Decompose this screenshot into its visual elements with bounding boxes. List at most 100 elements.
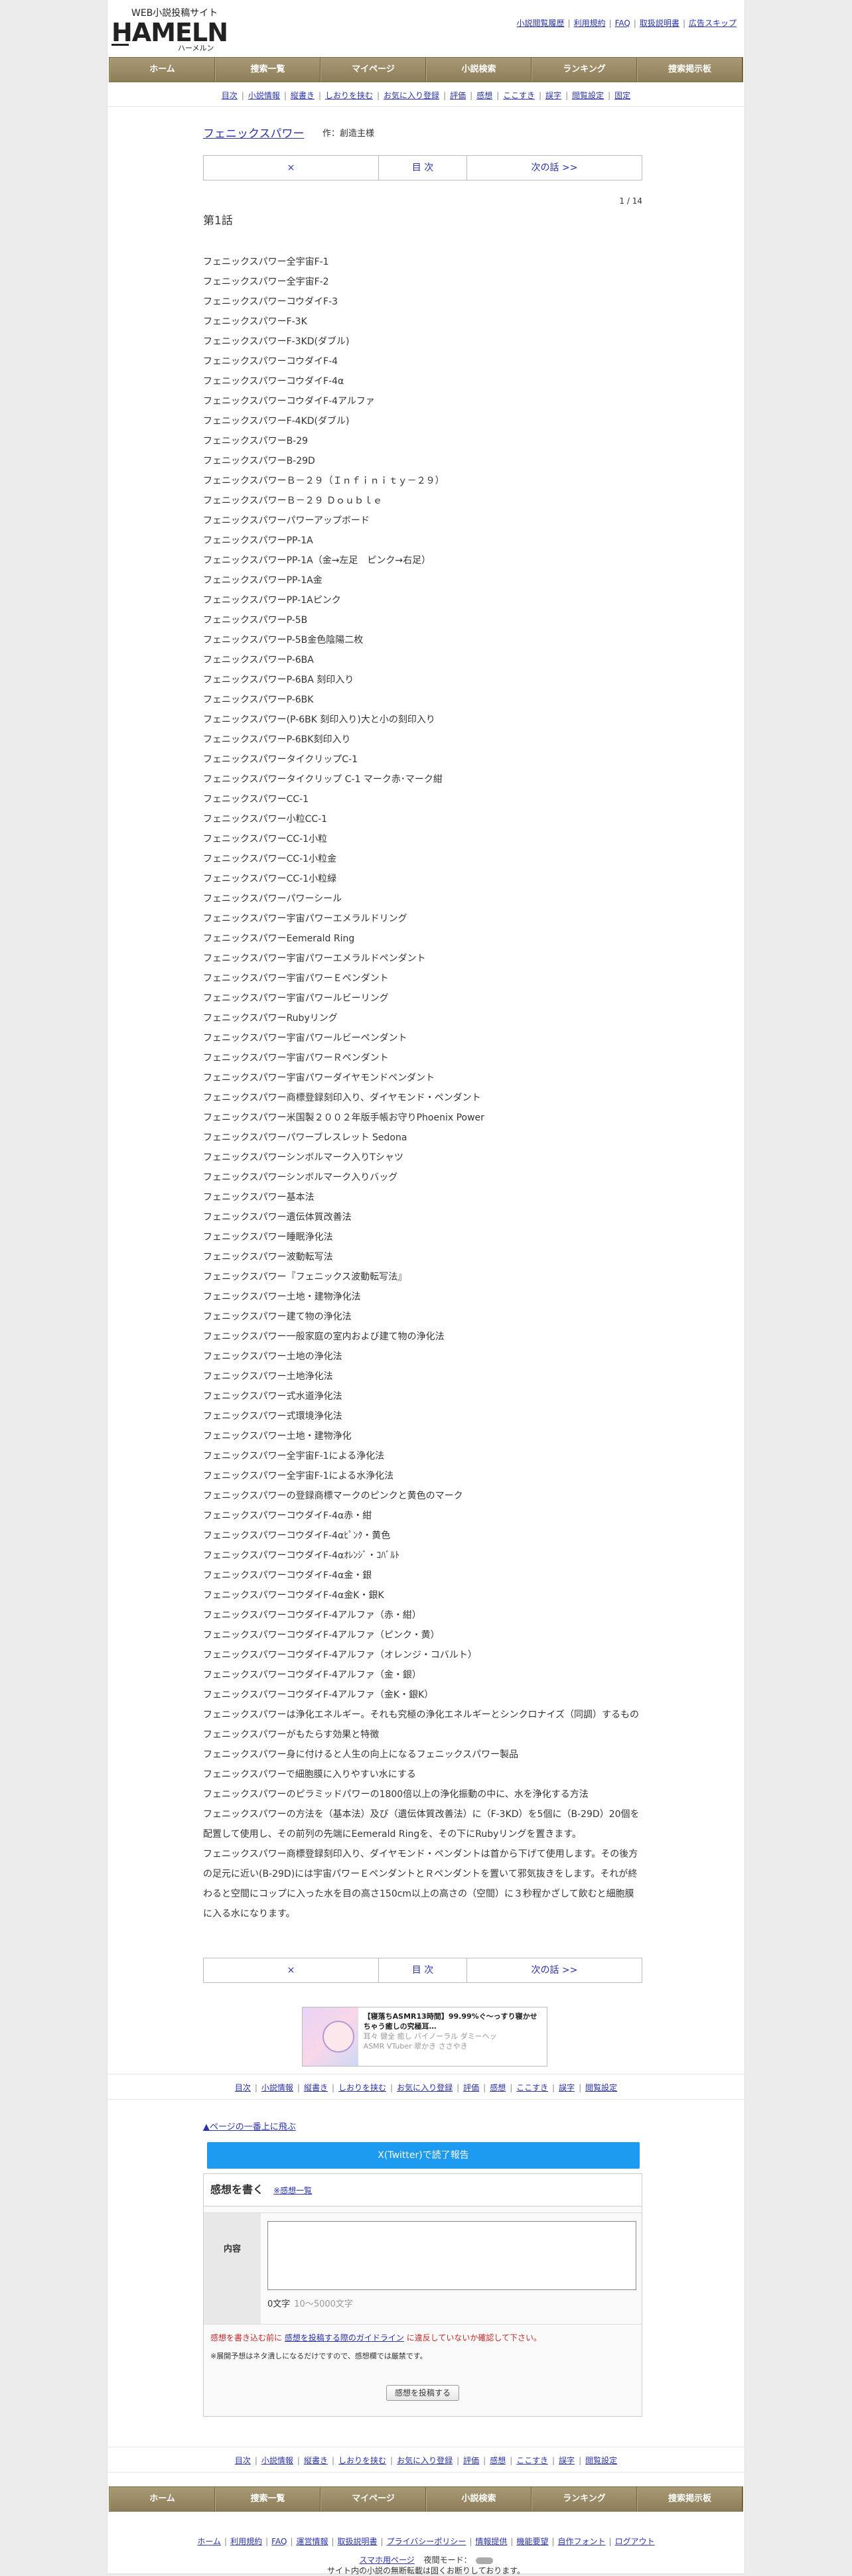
- pager-next[interactable]: 次の話 >>: [467, 156, 642, 180]
- body-line: フェニックスパワー宇宙パワーＲペンダント: [203, 1053, 389, 1063]
- novel-subnav-top: 目次 | 小説情報 | 縦書き | しおりを挟む | お気に入り登録 | 評価 | 感想 | ここすき | 誤字…: [221, 91, 631, 100]
- subnav-typo[interactable]: 誤字: [545, 91, 561, 100]
- body-line: フェニックスパワー全宇宙F-2: [203, 277, 329, 287]
- ad-tags: 耳々 健全 癒し バイノーラル ダミーヘッ: [363, 2032, 497, 2041]
- body-line: フェニックスパワー宇宙パワールビーリング: [203, 993, 389, 1004]
- pager-toc[interactable]: 目 次: [379, 1958, 467, 1982]
- nav-novel-search[interactable]: 小説検索: [426, 2487, 532, 2511]
- nav-board[interactable]: 捜索掲示板: [637, 2487, 743, 2511]
- body-line: フェニックスパワー商標登録刻印入り、ダイヤモンド・ペンダント: [203, 1093, 481, 1103]
- subnav-rating[interactable]: 評価: [463, 2083, 479, 2092]
- pager-prev[interactable]: ×: [204, 1958, 379, 1982]
- nav-ranking[interactable]: ランキング: [532, 2487, 637, 2511]
- pager-next[interactable]: 次の話 >>: [467, 1958, 642, 1982]
- body-line: フェニックスパワーコウダイF-4アルファ（金・銀）: [203, 1670, 421, 1680]
- body-line: フェニックスパワーPP-1A: [203, 535, 313, 546]
- body-line: フェニックスパワー一般家庭の室内および建て物の浄化法: [203, 1331, 445, 1342]
- subnav-favorite[interactable]: お気に入り登録: [397, 2083, 453, 2092]
- twitter-report-button[interactable]: X(Twitter)で読了報告: [207, 2142, 640, 2169]
- footer-link-font[interactable]: 自作フォント: [558, 2537, 606, 2546]
- body-line: フェニックスパワー(P-6BK 刻印入り)大と小の刻印入り: [203, 714, 435, 725]
- impression-list-link[interactable]: ※感想一覧: [273, 2186, 312, 2195]
- nav-mypage[interactable]: マイページ: [320, 2487, 426, 2511]
- subnav-vertical[interactable]: 縦書き: [291, 91, 315, 100]
- subnav-typo[interactable]: 誤字: [559, 2456, 575, 2465]
- submit-impression-button[interactable]: 感想を投稿する: [386, 2385, 459, 2401]
- footer-link-request[interactable]: 機能要望: [516, 2537, 548, 2546]
- subnav-impressions[interactable]: 感想: [490, 2083, 506, 2092]
- body-line: フェニックスパワータイクリップ C-1 マーク赤･マーク紺: [203, 774, 443, 785]
- subnav-bookmark[interactable]: しおりを挟む: [325, 91, 373, 100]
- body-line: フェニックスパワー商標登録刻印入り、ダイヤモンド・ペンダントは首から下げて使用し…: [203, 1849, 638, 1919]
- nav-search-list[interactable]: 捜索一覧: [215, 58, 320, 82]
- subnav-pin[interactable]: 固定: [614, 91, 630, 100]
- subnav-kokosuki[interactable]: ここすき: [516, 2083, 548, 2092]
- subnav-info[interactable]: 小説情報: [248, 91, 280, 100]
- subnav-typo[interactable]: 誤字: [559, 2083, 575, 2092]
- mobile-page-link[interactable]: スマホ用ページ: [359, 2555, 414, 2565]
- header-link-terms[interactable]: 利用規約: [574, 19, 606, 28]
- body-line: フェニックスパワーP-5B: [203, 615, 308, 626]
- footer-link-operation[interactable]: 運営情報: [296, 2537, 328, 2546]
- nav-home[interactable]: ホーム: [109, 58, 215, 82]
- subnav-info[interactable]: 小説情報: [261, 2456, 293, 2465]
- body-line: フェニックスパワー宇宙パワーＥペンダント: [203, 973, 389, 984]
- work-title[interactable]: フェニックスパワー: [203, 124, 305, 141]
- subnav-vertical[interactable]: 縦書き: [304, 2083, 328, 2092]
- header-link-faq[interactable]: FAQ: [615, 19, 630, 28]
- footer-link-terms[interactable]: 利用規約: [230, 2537, 262, 2546]
- nav-board[interactable]: 捜索掲示板: [637, 58, 743, 82]
- subnav-view-settings[interactable]: 閲覧設定: [572, 91, 604, 100]
- subnav-impressions[interactable]: 感想: [490, 2456, 506, 2465]
- footer-link-faq[interactable]: FAQ: [271, 2537, 287, 2546]
- body-line: フェニックスパワーコウダイF-4アルファ（オレンジ・コバルト）: [203, 1650, 477, 1661]
- night-mode-toggle[interactable]: [475, 2557, 493, 2564]
- footer-link-logout[interactable]: ログアウト: [615, 2537, 655, 2546]
- body-line: フェニックスパワーB-29D: [203, 456, 315, 466]
- subnav-info[interactable]: 小説情報: [261, 2083, 293, 2092]
- subnav-rating[interactable]: 評価: [463, 2456, 479, 2465]
- subnav-view-settings[interactable]: 閲覧設定: [585, 2083, 617, 2092]
- impression-textarea[interactable]: [267, 2221, 636, 2290]
- subnav-bookmark[interactable]: しおりを挟む: [338, 2083, 386, 2092]
- hameln-logo[interactable]: WEB小説投稿サイト HAMELN ハーメルン: [109, 7, 260, 53]
- subnav-kokosuki[interactable]: ここすき: [503, 91, 535, 100]
- header-link-ad-skip[interactable]: 広告スキップ: [689, 19, 737, 28]
- pager-prev[interactable]: ×: [204, 156, 379, 180]
- body-line: フェニックスパワーコウダイF-4α金K・銀K: [203, 1590, 384, 1601]
- subnav-toc[interactable]: 目次: [222, 91, 238, 100]
- subnav-rating[interactable]: 評価: [450, 91, 466, 100]
- header-links: 小説閲覧履歴 | 利用規約 | FAQ | 取扱説明書 | 広告スキップ: [516, 19, 737, 28]
- footer-link-manual[interactable]: 取扱説明書: [338, 2537, 378, 2546]
- subnav-toc[interactable]: 目次: [235, 2083, 251, 2092]
- subnav-favorite[interactable]: お気に入り登録: [397, 2456, 453, 2465]
- footer-link-home[interactable]: ホーム: [197, 2537, 221, 2546]
- header-link-history[interactable]: 小説閲覧履歴: [517, 19, 565, 28]
- body-line: フェニックスパワーPP-1Aピンク: [203, 595, 341, 606]
- subnav-toc[interactable]: 目次: [235, 2456, 251, 2465]
- body-line: フェニックスパワーのピラミッドパワーの1800倍以上の浄化振動の中に、水を浄化す…: [203, 1789, 589, 1800]
- guideline-link[interactable]: 感想を投稿する際のガイドライン: [285, 2333, 404, 2342]
- body-line: フェニックスパワーF-3K: [203, 316, 307, 327]
- subnav-favorite[interactable]: お気に入り登録: [384, 91, 439, 100]
- back-to-top-link[interactable]: ▲ページの一番上に飛ぶ: [203, 2120, 296, 2132]
- subnav-impressions[interactable]: 感想: [476, 91, 492, 100]
- ad-banner[interactable]: 【寝落ちASMR13時間】99.99%ぐ〜っすり寝かせちゃう癒しの究極耳… 耳々…: [302, 2007, 547, 2067]
- nav-home[interactable]: ホーム: [109, 2487, 215, 2511]
- header-link-manual[interactable]: 取扱説明書: [640, 19, 679, 28]
- subnav-bookmark[interactable]: しおりを挟む: [338, 2456, 386, 2465]
- night-mode-label: 夜間モード：: [423, 2555, 472, 2565]
- subnav-view-settings[interactable]: 閲覧設定: [585, 2456, 617, 2465]
- body-line: フェニックスパワー宇宙パワーエメラルドリング: [203, 914, 407, 924]
- footer-link-privacy[interactable]: プライバシーポリシー: [387, 2537, 466, 2546]
- nav-ranking[interactable]: ランキング: [532, 58, 637, 82]
- footer-link-report[interactable]: 情報提供: [475, 2537, 507, 2546]
- nav-mypage[interactable]: マイページ: [320, 58, 426, 82]
- body-line: フェニックスパワーシンボルマーク入りTシャツ: [203, 1152, 403, 1163]
- nav-novel-search[interactable]: 小説検索: [426, 58, 532, 82]
- pager-toc[interactable]: 目 次: [379, 156, 467, 180]
- subnav-kokosuki[interactable]: ここすき: [516, 2456, 548, 2465]
- body-line: フェニックスパワー式水道浄化法: [203, 1391, 342, 1402]
- nav-search-list[interactable]: 捜索一覧: [215, 2487, 320, 2511]
- subnav-vertical[interactable]: 縦書き: [304, 2456, 328, 2465]
